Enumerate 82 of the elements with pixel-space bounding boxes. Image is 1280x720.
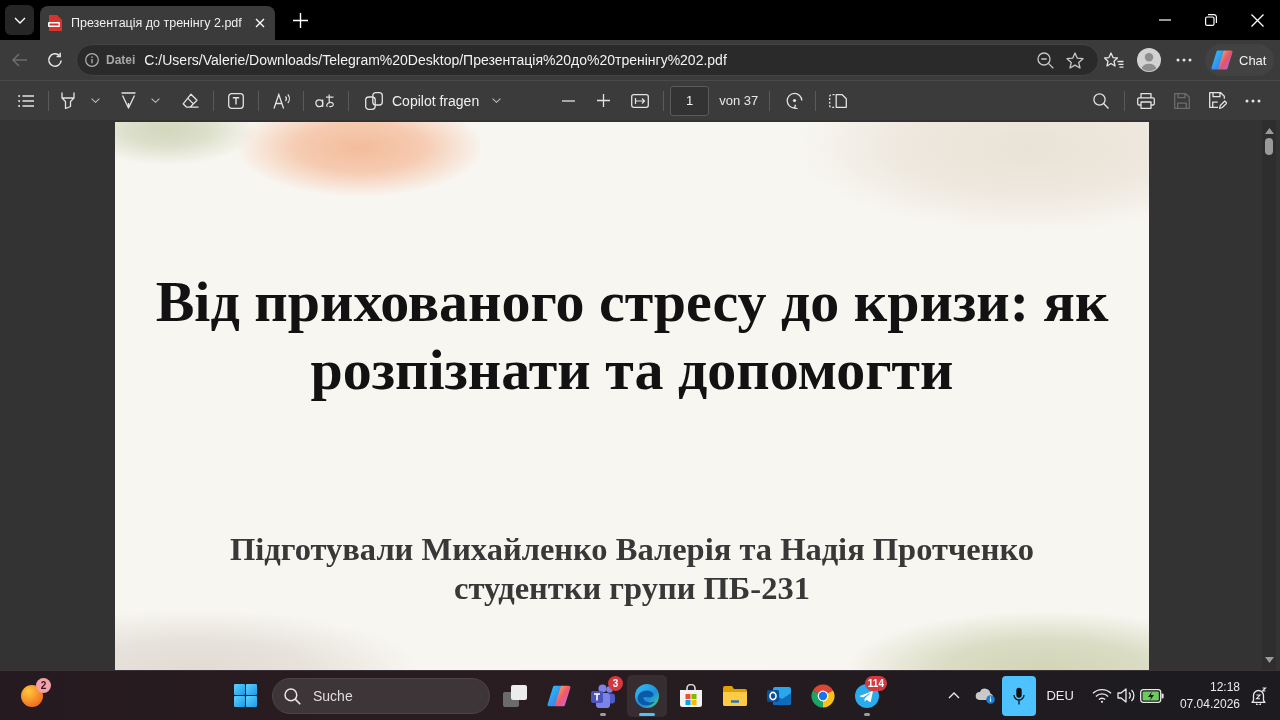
chat-button[interactable]: Chat — [1205, 44, 1275, 76]
list-icon — [18, 94, 34, 107]
notification-badge: 3 — [608, 675, 623, 691]
minus-icon — [561, 99, 575, 102]
envelope-logo-icon — [767, 684, 791, 707]
ribbon-logo-icon — [1211, 50, 1233, 70]
search-icon — [284, 687, 301, 705]
eraser-icon — [181, 93, 199, 108]
printer-icon — [1137, 92, 1155, 109]
cloud-info-icon — [975, 687, 996, 704]
pdf-file-icon — [48, 15, 62, 31]
more-icon — [1245, 98, 1261, 103]
text-box-icon — [228, 92, 244, 109]
caret-icon — [492, 98, 502, 103]
wifi-icon — [1091, 688, 1112, 703]
battery-charging-icon — [1139, 688, 1164, 703]
caret-icon — [90, 98, 100, 103]
minimize-icon — [1159, 19, 1171, 21]
shopping-bag-icon — [679, 684, 703, 707]
people-logo-icon — [591, 683, 615, 708]
caret-icon — [150, 98, 160, 103]
read-aloud-icon — [273, 92, 291, 109]
overlapping-squares-icon — [503, 684, 527, 707]
speaker-icon — [1116, 688, 1135, 703]
url-text: C:/Users/Valerie/Downloads/Telegram%20Desktop/Презентація%20до%20тренінгу%202.pdf — [144, 52, 727, 68]
copilot-button[interactable]: Copilot fragen — [357, 85, 508, 116]
ribbon-logo-icon — [547, 684, 571, 707]
taskbar-app-button[interactable]: 114 — [847, 674, 887, 717]
scheme-label: Datei — [106, 53, 136, 67]
scroll-down-icon[interactable] — [1264, 657, 1274, 663]
slide-group: студентки групи ПБ-231 — [454, 569, 810, 608]
page-count: von 37 — [719, 93, 759, 108]
four-squares-icon — [233, 684, 257, 707]
close-icon — [1250, 13, 1264, 27]
chevron-up-icon — [948, 692, 961, 699]
floppy-pen-icon — [1209, 92, 1227, 109]
profile-button[interactable] — [1134, 45, 1164, 75]
browser-tab[interactable]: Презентація до тренінгу 2.pdf — [40, 6, 275, 40]
notification-badge: 114 — [864, 675, 887, 691]
clock-button[interactable]: 12:18 07.04.2026 — [1173, 675, 1246, 716]
scrollbar[interactable] — [1262, 120, 1276, 670]
zoom-out-icon[interactable] — [1037, 51, 1054, 69]
folder-icon — [723, 685, 747, 706]
scrollbar-thumb[interactable] — [1265, 138, 1273, 155]
chevron-down-icon — [13, 16, 26, 24]
search-field[interactable]: Suche — [272, 677, 490, 714]
close-icon[interactable] — [255, 18, 265, 28]
slide-authors: Підготували Михайленко Валерія та Надія Протченко — [230, 530, 1034, 569]
widgets-button[interactable]: 2 — [12, 675, 52, 716]
taskbar-app-button[interactable] — [627, 674, 667, 717]
refresh-icon — [47, 52, 63, 68]
page-number-field[interactable]: 1 — [670, 85, 710, 116]
tab-list-button[interactable] — [5, 5, 34, 35]
translate-icon — [315, 93, 335, 108]
input-language-button[interactable]: DEU — [1038, 675, 1082, 716]
notification-badge: 2 — [36, 677, 51, 693]
round-browser-logo-icon — [811, 683, 835, 708]
plus-icon — [596, 94, 610, 107]
more-icon — [1176, 58, 1192, 62]
pen-tip-icon — [120, 92, 136, 109]
restore-icon — [1205, 14, 1217, 26]
avatar-icon — [1137, 48, 1161, 72]
rotate-icon — [785, 92, 803, 109]
sun-icon — [21, 684, 43, 707]
slide-title: Від прихованого стресу до кризи: як розпізнати та допомогти — [154, 268, 1110, 404]
taskbar-app-button[interactable]: 3 — [583, 674, 623, 717]
two-page-icon — [829, 93, 848, 108]
notification-bell-icon — [1251, 686, 1267, 705]
microphone-button[interactable] — [1002, 675, 1037, 716]
search-icon — [1093, 92, 1109, 109]
back-arrow-icon — [12, 53, 28, 67]
favorites-icon — [1104, 51, 1124, 69]
star-icon[interactable] — [1066, 51, 1084, 69]
plus-icon — [292, 12, 308, 28]
microphone-icon — [1013, 686, 1026, 705]
highlighter-icon — [61, 92, 75, 109]
info-icon[interactable] — [85, 53, 99, 67]
wave-logo-icon — [635, 683, 659, 708]
scroll-up-icon[interactable] — [1264, 128, 1274, 134]
fit-width-icon — [631, 93, 650, 108]
address-bar[interactable]: Datei C:/Users/Valerie/Downloads/Telegram%20Desktop/Презентація%20до%20тренінгу%202.pdf — [76, 44, 1099, 76]
copilot-outline-icon — [365, 91, 383, 110]
